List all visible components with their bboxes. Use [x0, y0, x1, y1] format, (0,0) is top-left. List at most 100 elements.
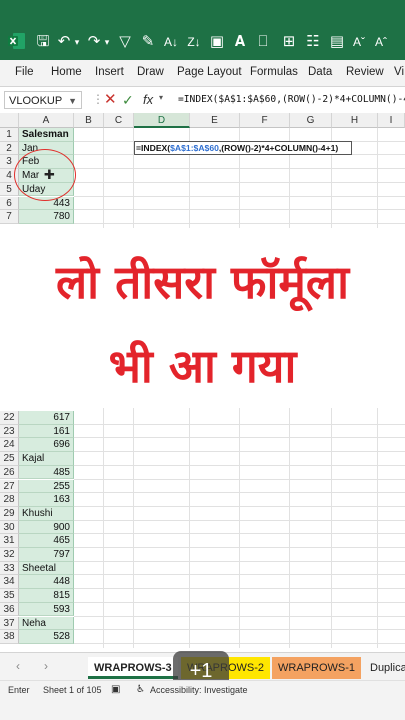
row-header[interactable]: 33 [0, 561, 19, 576]
cell-a[interactable]: 593 [19, 602, 74, 617]
row-header[interactable]: 30 [0, 520, 19, 535]
row-header[interactable]: 6 [0, 196, 19, 211]
row-header[interactable]: 34 [0, 575, 19, 590]
sort-asc-icon[interactable]: A↓ [162, 32, 180, 52]
status-accessibility[interactable]: Accessibility: Investigate [150, 681, 248, 699]
column-header-e[interactable]: E [190, 113, 240, 128]
sheet-tab-duplica[interactable]: Duplica [364, 657, 405, 679]
enter-icon[interactable]: ✓ [122, 91, 134, 109]
filter-icon[interactable]: ▽ [116, 32, 134, 52]
print-preview-icon[interactable]: ⎕ [254, 32, 272, 52]
row-header[interactable]: 25 [0, 452, 19, 466]
cell-a[interactable]: 255 [19, 479, 74, 494]
row-header[interactable]: 31 [0, 534, 19, 548]
cancel-icon[interactable]: ✕ [104, 91, 117, 109]
row-header[interactable]: 36 [0, 602, 19, 617]
format-painter-icon[interactable]: ✎ [139, 32, 157, 52]
active-cell-editor[interactable]: =INDEX($A$1:$A$60,(ROW()-2)*4+COLUMN()-4… [134, 141, 352, 155]
row-header[interactable]: 35 [0, 589, 19, 603]
row-header[interactable]: 24 [0, 438, 19, 453]
cell-a[interactable]: Kajal [19, 452, 74, 466]
tab-insert[interactable]: Insert [95, 66, 124, 78]
undo-dropdown-icon[interactable]: ▾ [72, 32, 82, 52]
name-box[interactable]: VLOOKUP ▼ [4, 91, 82, 109]
column-header-g[interactable]: G [290, 113, 332, 128]
cell-a[interactable]: 465 [19, 534, 74, 548]
cell-a[interactable]: 815 [19, 589, 74, 603]
column-header-i[interactable]: I [378, 113, 405, 128]
tab-view[interactable]: Vi [394, 66, 404, 78]
row-header[interactable]: 7 [0, 210, 19, 224]
row-header[interactable]: 1 [0, 128, 19, 142]
redo-icon[interactable]: ↷ [86, 32, 102, 52]
cell-a[interactable]: Sheetal [19, 561, 74, 576]
select-all-corner[interactable] [0, 113, 19, 128]
row-header[interactable]: 37 [0, 616, 19, 631]
more-icon[interactable]: ⋮ [92, 92, 104, 106]
tab-home[interactable]: Home [51, 66, 82, 78]
column-header-b[interactable]: B [74, 113, 104, 128]
grid-icon[interactable]: ☷ [304, 32, 322, 52]
ribbon-tabs: File Home Insert Draw Page Layout Formul… [0, 60, 405, 87]
cell-a[interactable]: 528 [19, 630, 74, 644]
column-header-h[interactable]: H [332, 113, 378, 128]
sort-desc-icon[interactable]: Z↓ [185, 32, 203, 52]
formula-input[interactable]: =INDEX($A$1:$A$60,(ROW()-2)*4+COLUMN()-4… [178, 92, 405, 108]
row-header[interactable]: 26 [0, 465, 19, 480]
merge-icon[interactable]: ▤ [328, 32, 346, 52]
prev-sheet-icon[interactable]: ‹ [16, 659, 20, 673]
cell-a[interactable]: 161 [19, 424, 74, 439]
chevron-down-icon[interactable]: ▼ [68, 92, 77, 110]
cell-a[interactable]: Salesman [19, 128, 74, 142]
font-grow-icon[interactable]: Aˆ [372, 32, 390, 52]
row-header[interactable]: 22 [0, 411, 19, 425]
tab-review[interactable]: Review [346, 66, 384, 78]
cell-a[interactable]: 617 [19, 411, 74, 425]
font-color-icon[interactable]: 𝐀 [231, 32, 249, 52]
cell-a[interactable]: 448 [19, 575, 74, 590]
column-header-f[interactable]: F [240, 113, 290, 128]
cell-a[interactable]: 485 [19, 465, 74, 480]
cell-a[interactable]: 696 [19, 438, 74, 453]
sheet-tab-wraprows-1[interactable]: WRAPROWS-1 [272, 657, 361, 679]
row-header[interactable]: 2 [0, 141, 19, 156]
row-header[interactable]: 38 [0, 630, 19, 644]
row-header[interactable]: 32 [0, 548, 19, 562]
macro-icon[interactable]: ▣ [111, 681, 120, 699]
cell-a[interactable]: Neha [19, 616, 74, 631]
column-header-a[interactable]: A [19, 113, 74, 128]
tab-file[interactable]: File [15, 66, 34, 78]
row-header[interactable]: 23 [0, 424, 19, 439]
row-header[interactable]: 29 [0, 506, 19, 521]
fx-dropdown-icon[interactable]: ▾ [159, 93, 163, 102]
cell-a[interactable]: 797 [19, 548, 74, 562]
spreadsheet-grid-bottom[interactable]: 22 617 23 161 24 696 25 Kajal 26 485 27 255 28 163 29 K… [0, 408, 405, 648]
redo-dropdown-icon[interactable]: ▾ [102, 32, 112, 52]
column-header-c[interactable]: C [104, 113, 134, 128]
formula-bar: VLOOKUP ▼ ⋮ ✕ ✓ fx ▾ =INDEX($A$1:$A$60,(… [0, 87, 405, 114]
cell-a[interactable]: 163 [19, 493, 74, 507]
tab-formulas[interactable]: Formulas [250, 66, 298, 78]
cell-a[interactable]: 900 [19, 520, 74, 535]
formula-rest: ,(ROW()-2)*4+COLUMN()-4+1) [218, 143, 339, 153]
accessibility-icon[interactable]: ♿ [136, 681, 145, 699]
sheet-tab-wraprows-3[interactable]: WRAPROWS-3 [88, 657, 178, 679]
row-header[interactable]: 27 [0, 479, 19, 494]
column-header-d[interactable]: D [134, 113, 190, 128]
cell-a[interactable]: 780 [19, 210, 74, 224]
caption-line-2: भी आ गया [108, 339, 297, 393]
fill-color-icon[interactable]: ▣ [208, 32, 226, 52]
next-sheet-icon[interactable]: › [44, 659, 48, 673]
save-icon[interactable]: 🖫 [34, 32, 52, 52]
undo-icon[interactable]: ↶ [56, 32, 72, 52]
tab-data[interactable]: Data [308, 66, 332, 78]
row-header[interactable]: 28 [0, 493, 19, 507]
cell-a[interactable]: Khushi [19, 506, 74, 521]
bottom-padding [0, 698, 405, 720]
insert-function-button[interactable]: fx [143, 91, 153, 109]
tab-page-layout[interactable]: Page Layout [177, 66, 242, 78]
font-shrink-icon[interactable]: Aˇ [350, 32, 368, 52]
tab-draw[interactable]: Draw [137, 66, 164, 78]
border-icon[interactable]: ⊞ [280, 32, 298, 52]
caption-overlay: लो तीसरा फॉर्मूला भी आ गया [0, 228, 405, 408]
